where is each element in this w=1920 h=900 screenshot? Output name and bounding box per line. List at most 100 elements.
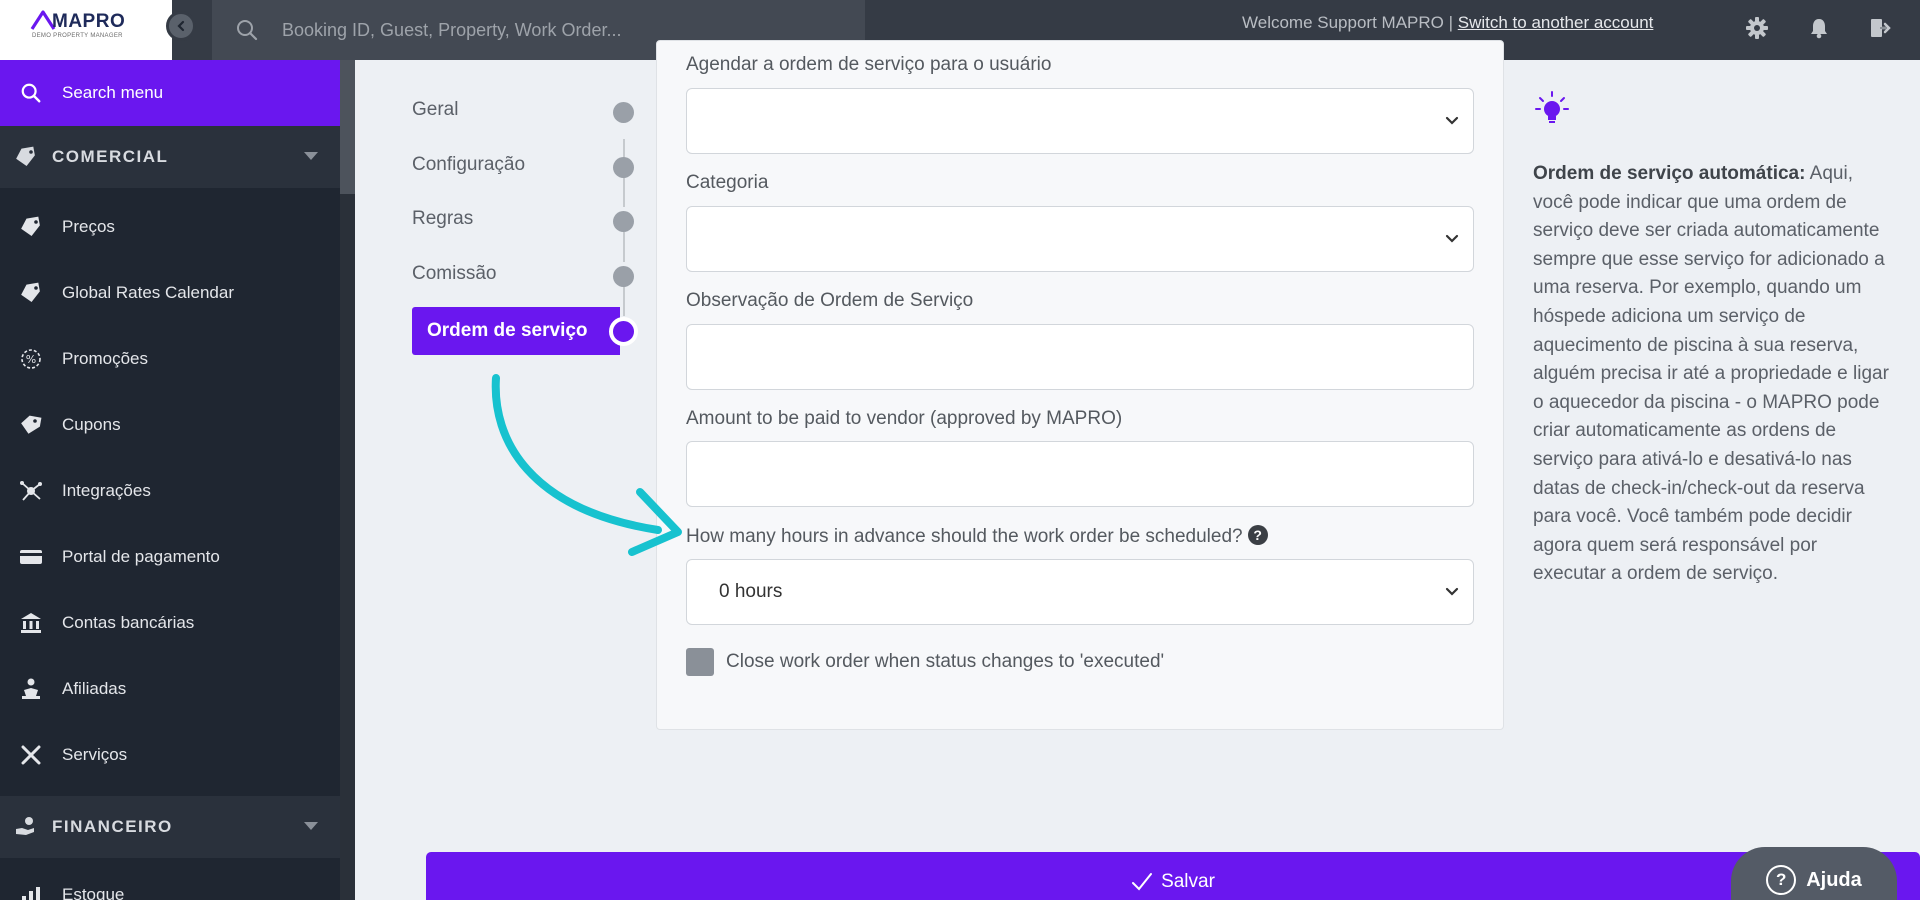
close-work-order-label: Close work order when status changes to …	[726, 651, 1165, 672]
help-button[interactable]: ? Ajuda	[1731, 847, 1897, 900]
affiliate-icon	[22, 678, 40, 699]
coupon-icon	[21, 415, 42, 434]
sidebar-item-label: Contas bancárias	[62, 613, 195, 632]
step-geral[interactable]: Geral	[412, 99, 458, 121]
switch-account-link[interactable]: Switch to another account	[1458, 13, 1654, 32]
svg-text:%: %	[26, 353, 36, 366]
welcome-message: Welcome Support MAPRO | Switch to anothe…	[1242, 13, 1653, 33]
logo[interactable]: MAPRO DEMO PROPERTY MANAGER	[0, 0, 172, 60]
search-icon	[237, 20, 258, 41]
observation-input[interactable]	[686, 324, 1474, 390]
step-dot-active	[609, 317, 638, 346]
logout-button[interactable]	[1866, 14, 1894, 42]
inventory-icon	[22, 887, 40, 900]
help-circle-icon: ?	[1766, 865, 1797, 895]
close-work-order-checkbox[interactable]	[686, 648, 714, 676]
sidebar: Search menu COMERCIAL Preços Global Rate…	[0, 60, 340, 900]
price-tag-icon	[21, 216, 40, 237]
tip-body: Aqui, você pode indicar que uma ordem de…	[1533, 163, 1889, 585]
sidebar-item-label: Promoções	[62, 349, 148, 368]
observation-label: Observação de Ordem de Serviço	[686, 290, 974, 311]
search-menu-label: Search menu	[62, 83, 164, 102]
credit-card-icon	[20, 550, 42, 564]
step-ordem-de-servico[interactable]: Ordem de serviço	[412, 307, 620, 355]
scrollbar-thumb[interactable]	[340, 60, 355, 194]
sidebar-item-servicos[interactable]: Serviços	[0, 722, 340, 788]
hours-advance-text: How many hours in advance should the wor…	[686, 526, 1243, 547]
sidebar-scrollbar[interactable]	[340, 60, 355, 900]
schedule-user-select[interactable]	[686, 88, 1474, 154]
sidebar-item-precos[interactable]: Preços	[0, 194, 340, 260]
sidebar-item-cupons[interactable]: Cupons	[0, 392, 340, 458]
sidebar-section-label: COMERCIAL	[52, 147, 169, 166]
sidebar-section-label: FINANCEIRO	[52, 817, 173, 836]
step-dot	[613, 157, 634, 178]
logo-tagline: DEMO PROPERTY MANAGER	[32, 33, 123, 39]
sidebar-item-contas-bancarias[interactable]: Contas bancárias	[0, 590, 340, 656]
help-label: Ajuda	[1806, 868, 1862, 891]
sidebar-section-financeiro[interactable]: FINANCEIRO	[0, 796, 340, 858]
lightbulb-icon	[1535, 91, 1569, 123]
tip-title: Ordem de serviço automática:	[1533, 163, 1806, 184]
vendor-amount-input[interactable]	[686, 441, 1474, 507]
sidebar-item-label: Integrações	[62, 481, 151, 500]
sidebar-item-label: Afiliadas	[62, 679, 127, 698]
step-dot	[613, 211, 634, 232]
sidebar-item-estoque[interactable]: Estoque	[0, 862, 340, 900]
logout-icon	[1871, 19, 1891, 37]
checkmark-icon	[1132, 873, 1153, 891]
sidebar-item-label: Serviços	[62, 745, 128, 764]
step-regras[interactable]: Regras	[412, 208, 473, 230]
chevron-down-icon	[304, 152, 318, 160]
category-select[interactable]	[686, 206, 1474, 272]
bell-icon	[1811, 19, 1827, 39]
sidebar-item-portal-de-pagamento[interactable]: Portal de pagamento	[0, 524, 340, 590]
annotation-arrow	[491, 374, 682, 556]
notifications-button[interactable]	[1805, 14, 1833, 42]
tools-icon	[21, 745, 41, 765]
tip-panel: Ordem de serviço automática: Aqui, você …	[1533, 160, 1893, 589]
hours-advance-label: How many hours in advance should the wor…	[686, 525, 1268, 548]
logo-brand: MAPRO	[52, 11, 126, 32]
schedule-user-label: Agendar a ordem de serviço para o usuári…	[686, 54, 1052, 75]
percent-icon: %	[21, 349, 41, 369]
step-configuracao[interactable]: Configuração	[412, 154, 525, 176]
step-comissao[interactable]: Comissão	[412, 263, 496, 285]
gear-icon	[1746, 17, 1768, 39]
step-dot	[613, 102, 634, 123]
sidebar-item-afiliadas[interactable]: Afiliadas	[0, 656, 340, 722]
save-label: Salvar	[1161, 871, 1215, 892]
step-connector	[623, 286, 625, 316]
sidebar-item-label: Global Rates Calendar	[62, 283, 234, 302]
save-button[interactable]: Salvar	[426, 852, 1920, 900]
chevron-down-icon	[1445, 116, 1459, 125]
chevron-down-icon	[1445, 587, 1459, 596]
collapse-sidebar-button[interactable]	[166, 11, 196, 41]
hours-advance-value: 0 hours	[719, 581, 783, 602]
settings-button[interactable]	[1743, 14, 1771, 42]
category-label: Categoria	[686, 172, 769, 193]
vendor-amount-label: Amount to be paid to vendor (approved by…	[686, 408, 1123, 429]
money-hand-icon	[16, 817, 34, 835]
bank-icon	[21, 613, 41, 633]
welcome-text: Welcome Support MAPRO |	[1242, 13, 1454, 32]
global-search-input[interactable]	[282, 19, 842, 41]
step-dot	[613, 266, 634, 287]
step-connector	[623, 177, 625, 207]
hours-advance-select[interactable]: 0 hours	[686, 559, 1474, 625]
sidebar-item-label: Cupons	[62, 415, 121, 434]
sidebar-section-comercial[interactable]: COMERCIAL	[0, 126, 340, 188]
chevron-down-icon	[1445, 234, 1459, 243]
help-question-icon[interactable]: ?	[1247, 525, 1268, 545]
price-tag-icon	[16, 146, 35, 167]
sidebar-item-label: Estoque	[62, 885, 125, 900]
chevron-down-icon	[304, 822, 318, 830]
sidebar-item-global-rates-calendar[interactable]: Global Rates Calendar	[0, 260, 340, 326]
sidebar-item-promocoes[interactable]: % Promoções	[0, 326, 340, 392]
search-icon	[21, 83, 41, 103]
integrations-icon	[20, 481, 42, 501]
sidebar-item-integracoes[interactable]: Integrações	[0, 458, 340, 524]
sidebar-item-label: Preços	[62, 217, 115, 236]
sidebar-item-label: Portal de pagamento	[62, 547, 220, 566]
sidebar-search-menu[interactable]: Search menu	[0, 60, 340, 126]
